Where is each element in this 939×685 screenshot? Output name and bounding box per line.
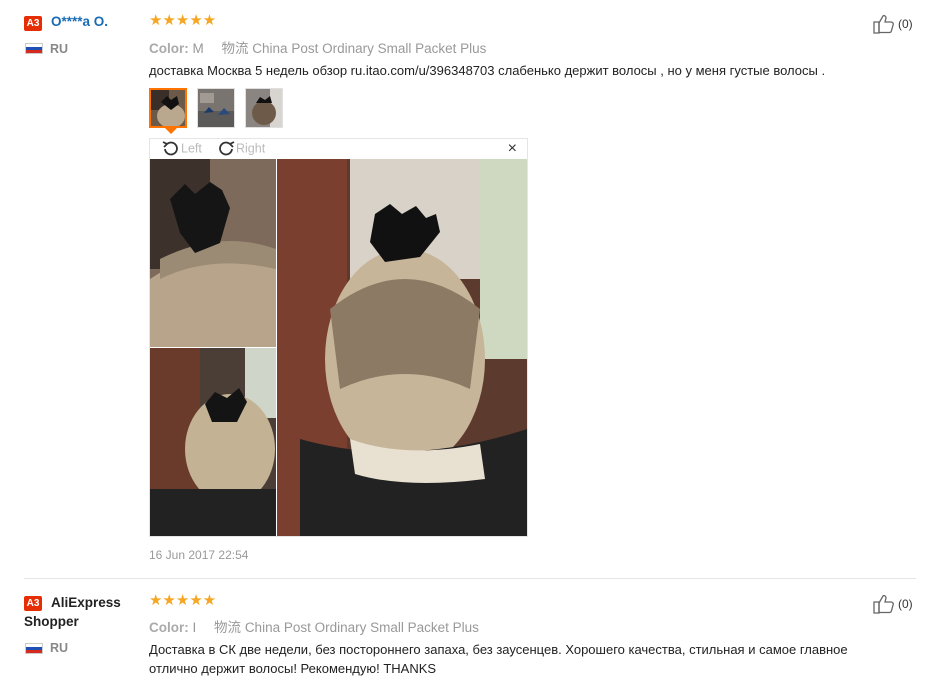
member-level-badge: A3	[24, 596, 42, 611]
review-date: 16 Jun 2017 22:54	[149, 548, 249, 562]
photo-thumbnail-image	[198, 89, 234, 127]
review-item: A3 AliExpress Shopper RU ★★★★★ Color: I …	[0, 579, 939, 685]
rotate-right-icon	[219, 141, 235, 156]
photo-thumbnail-image	[151, 90, 185, 126]
shipping-method: China Post Ordinary Small Packet Plus	[244, 620, 479, 635]
russia-flag-icon	[25, 43, 43, 54]
review-photo-collage	[150, 159, 527, 536]
shipping-method: China Post Ordinary Small Packet Plus	[252, 41, 487, 56]
reviewer-country: RU	[50, 641, 69, 655]
reviewer-country: RU	[50, 42, 69, 56]
color-value: I	[192, 620, 197, 635]
color-label: Color:	[149, 620, 189, 635]
reviewer-name-line2: Shopper	[24, 614, 79, 629]
active-thumbnail-pointer	[165, 128, 177, 134]
helpful-count: (0)	[898, 597, 913, 611]
color-label: Color:	[149, 41, 189, 56]
russia-flag-icon	[25, 643, 43, 654]
thumbs-up-icon	[873, 14, 894, 34]
photo-viewer-toolbar: Left Right ×	[150, 139, 527, 159]
rotate-left-label: Left	[181, 141, 202, 156]
review-photo-thumbnail[interactable]	[197, 88, 235, 128]
photo-viewer: Left Right ×	[149, 138, 528, 537]
review-text: доставка Москва 5 недель обзор ru.itao.c…	[149, 63, 826, 78]
review-text-line2: отлично держит волосы! Рекомендую! THANK…	[149, 661, 437, 676]
rotate-left-button[interactable]: Left	[161, 140, 202, 158]
color-value: M	[192, 41, 204, 56]
review-item: A3 O****a O. RU ★★★★★ Color: M 物流 China …	[0, 0, 939, 578]
close-viewer-button[interactable]: ×	[508, 140, 517, 158]
helpful-button[interactable]: (0)	[873, 594, 923, 614]
member-level-badge: A3	[24, 16, 42, 31]
order-attributes: Color: I 物流 China Post Ordinary Small Pa…	[149, 616, 479, 636]
thumbs-up-icon	[873, 594, 894, 614]
review-photo-thumbnail[interactable]	[149, 88, 187, 128]
shipping-label: 物流	[221, 41, 249, 56]
reviewer-name[interactable]: O****a O.	[51, 14, 108, 29]
helpful-button[interactable]: (0)	[873, 14, 923, 34]
shipping-label: 物流	[214, 620, 242, 635]
rotate-right-label: Right	[236, 141, 266, 156]
review-text-line1: Доставка в СК две недели, без посторонне…	[149, 642, 848, 657]
star-rating: ★★★★★	[149, 12, 217, 29]
rotate-right-button[interactable]: Right	[216, 140, 265, 158]
star-rating: ★★★★★	[149, 592, 217, 609]
review-photo-thumbnail[interactable]	[245, 88, 283, 128]
rotate-left-icon	[162, 141, 178, 156]
order-attributes: Color: M 物流 China Post Ordinary Small Pa…	[149, 37, 486, 57]
photo-thumbnail-image	[246, 89, 282, 127]
reviewer-name-line1: AliExpress	[51, 595, 121, 610]
helpful-count: (0)	[898, 17, 913, 31]
